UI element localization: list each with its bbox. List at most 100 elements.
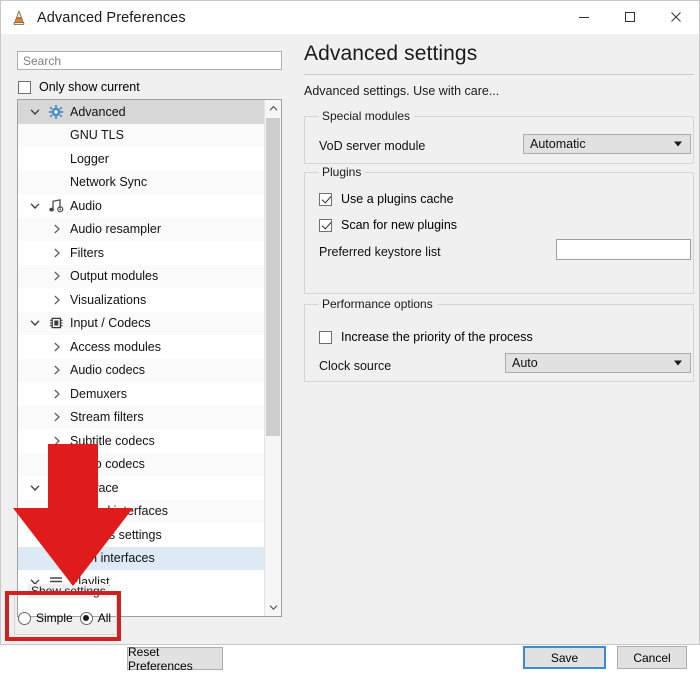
cancel-button[interactable]: Cancel [617,646,687,669]
chevron-down-icon[interactable] [24,476,46,499]
only-show-current-label: Only show current [39,80,140,94]
tree-item-main-interfaces[interactable]: Main interfaces [18,546,265,570]
preferred-keystore-row: Preferred keystore list [319,245,441,259]
scroll-up-icon[interactable] [265,100,281,117]
chevron-right-icon[interactable] [46,218,68,241]
tree-item-visualizations[interactable]: Visualizations [18,288,265,312]
chevron-right-icon[interactable] [46,547,68,570]
window-controls [561,1,699,33]
chevron-right-icon[interactable] [46,406,68,429]
chevron-right-icon[interactable] [46,500,68,523]
tree-item-label: Control interfaces [70,504,168,519]
tree-item-hotkeys-settings[interactable]: Hotkeys settings [18,523,265,547]
chevron-down-icon [674,141,682,147]
use-plugins-cache-row[interactable]: Use a plugins cache [319,192,454,206]
chevron-right-icon[interactable] [46,382,68,405]
tree-item-network-sync[interactable]: Network Sync [18,170,265,194]
tree-item-output-modules[interactable]: Output modules [18,264,265,288]
use-plugins-cache-label: Use a plugins cache [341,192,454,206]
advanced-preferences-window: Advanced Preferences Only show current A… [0,0,700,673]
preferred-keystore-input[interactable] [556,239,691,260]
tree-item-label: Input / Codecs [70,316,151,331]
tree-item-input-codecs[interactable]: Input / Codecs [18,311,265,335]
chevron-right-icon[interactable] [46,359,68,382]
radio-simple[interactable] [18,611,31,625]
vod-server-module-combo[interactable]: Automatic [523,134,691,154]
window-title: Advanced Preferences [37,9,186,26]
tree-item-label: Network Sync [70,175,148,190]
scan-new-plugins-row[interactable]: Scan for new plugins [319,218,457,232]
chevron-right-icon[interactable] [46,288,68,311]
interface-icon [46,479,66,496]
tree-scroll-area[interactable]: Advanced GNU TLS Logger Network Sync Audio Au… [18,100,265,616]
tree-item-access-modules[interactable]: Access modules [18,335,265,359]
chevron-down-icon[interactable] [24,194,46,217]
tree-item-audio-resampler[interactable]: Audio resampler [18,217,265,241]
tree-item-label: Output modules [70,269,159,284]
chevron-down-icon [674,360,682,366]
tree-item-advanced[interactable]: Advanced [18,100,265,124]
only-show-current-checkbox[interactable] [18,80,31,94]
tree-item-audio-codecs[interactable]: Audio codecs [18,358,265,382]
chevron-right-icon[interactable] [46,429,68,452]
increase-priority-checkbox[interactable] [319,330,332,344]
vod-server-module-value: Automatic [530,137,586,151]
search-input-field[interactable] [18,52,281,69]
clock-source-value: Auto [512,356,538,370]
tree-item-logger[interactable]: Logger [18,147,265,171]
chevron-right-icon[interactable] [46,265,68,288]
tree-item-video-codecs[interactable]: Video codecs [18,452,265,476]
minimize-icon[interactable] [561,1,607,33]
scan-new-plugins-label: Scan for new plugins [341,218,458,232]
increase-priority-row[interactable]: Increase the priority of the process [319,330,533,344]
increase-priority-label: Increase the priority of the process [341,330,533,344]
dialog-client-area: Only show current Advanced GNU TLS Logger N… [2,34,698,673]
tree-item-demuxers[interactable]: Demuxers [18,382,265,406]
page-description: Advanced settings. Use with care... [304,84,500,98]
codec-chip-icon [46,315,66,332]
vod-server-module-row: VoD server module [319,139,425,153]
preferences-tree[interactable]: Advanced GNU TLS Logger Network Sync Audio Au… [17,99,282,617]
search-input[interactable] [17,51,282,70]
scroll-down-icon[interactable] [265,599,281,616]
preferred-keystore-field[interactable] [557,240,690,259]
radio-all[interactable] [79,611,93,625]
tree-item-stream-filters[interactable]: Stream filters [18,405,265,429]
tree-item-label: Filters [70,245,105,260]
scan-new-plugins-checkbox[interactable] [319,218,332,232]
clock-source-combo[interactable]: Auto [505,353,691,373]
save-button[interactable]: Save [523,646,606,669]
tree-scrollbar[interactable] [264,100,281,616]
tree-item-interface[interactable]: Interface [18,476,265,500]
tree-item-filters[interactable]: Filters [18,241,265,265]
tree-item-control-interfaces[interactable]: Control interfaces [18,499,265,523]
performance-options-title: Performance options [318,297,437,311]
clock-source-row: Clock source [319,359,391,373]
tree-indent-spacer [46,523,68,546]
chevron-down-icon[interactable] [24,100,46,123]
chevron-right-icon[interactable] [46,241,68,264]
reset-preferences-button[interactable]: Reset Preferences [127,645,223,673]
tree-item-label: Main interfaces [70,551,155,566]
tree-indent-spacer [46,124,68,147]
tree-item-label: Stream filters [70,410,144,425]
chevron-down-icon[interactable] [24,312,46,335]
tree-item-gnu-tls[interactable]: GNU TLS [18,123,265,147]
maximize-icon[interactable] [607,1,653,33]
plugins-title: Plugins [318,165,366,179]
show-settings-radios[interactable]: Simple All [18,611,118,625]
only-show-current-row[interactable]: Only show current [18,79,140,95]
tree-item-audio[interactable]: Audio [18,194,265,218]
tree-item-subtitle-codecs[interactable]: Subtitle codecs [18,429,265,453]
tree-item-label: Audio codecs [70,363,146,378]
tree-item-label: GNU TLS [70,128,124,143]
use-plugins-cache-checkbox[interactable] [319,192,332,206]
music-note-icon [46,197,66,214]
scrollbar-thumb[interactable] [266,118,280,436]
tree-item-label: Access modules [70,339,162,354]
chevron-right-icon[interactable] [46,335,68,358]
tree-item-label: Audio [70,198,102,213]
chevron-right-icon[interactable] [46,453,68,476]
tree-item-label: Visualizations [70,292,147,307]
close-icon[interactable] [653,1,699,33]
